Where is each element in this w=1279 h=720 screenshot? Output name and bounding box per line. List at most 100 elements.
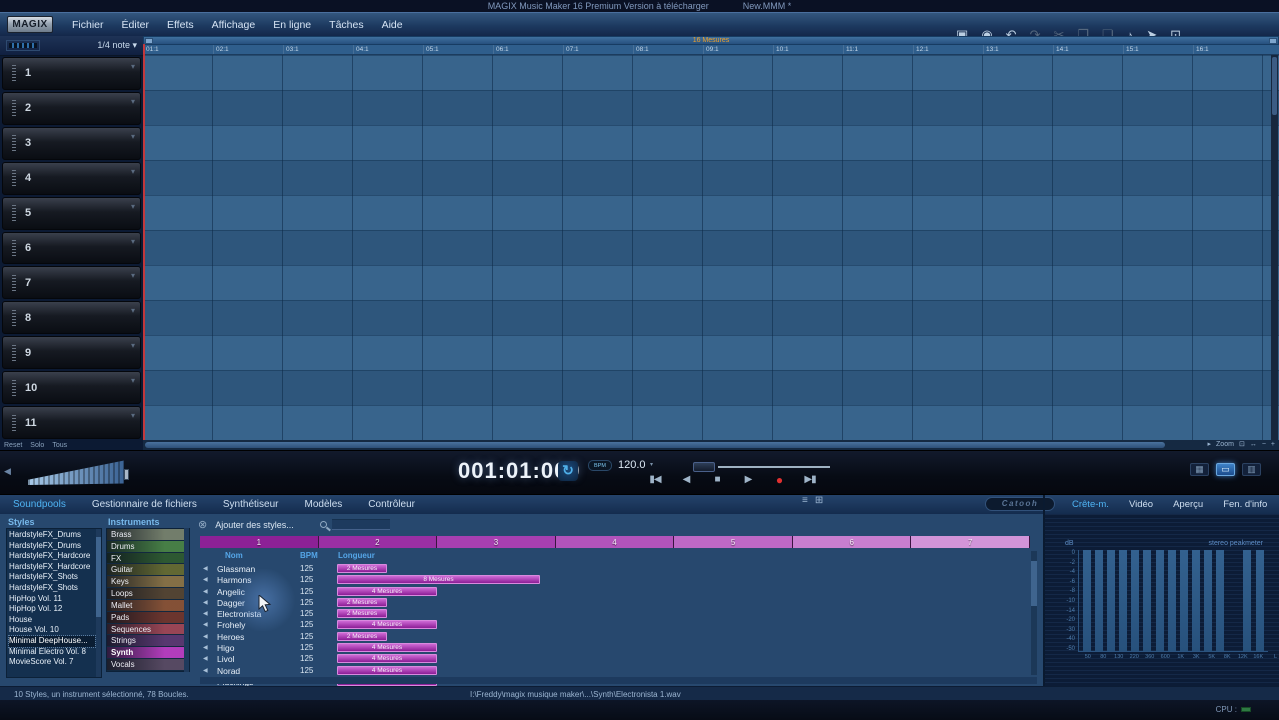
pitch-segment[interactable]: 2 — [318, 536, 438, 548]
horizontal-scrollbar[interactable]: ▸ Zoom ⊡ ↔ − + — [143, 440, 1279, 450]
zoom-range-icon[interactable]: ↔ — [1250, 440, 1257, 450]
menu-item[interactable]: Affichage — [203, 13, 265, 37]
skip-end-button[interactable]: ▶▮ — [799, 472, 821, 487]
track-header[interactable]: 5 ▾ — [2, 196, 141, 230]
skip-start-button[interactable]: ▮◀ — [644, 472, 666, 487]
instrument-item[interactable]: Guitar — [107, 564, 184, 576]
zoom-play-icon[interactable]: ▸ — [1208, 440, 1212, 450]
reset-button[interactable]: Reset — [4, 442, 22, 449]
sample-length-bar[interactable]: 4 Mesures — [337, 665, 437, 675]
style-item[interactable]: Minimal Electro Vol. 8 — [9, 647, 95, 658]
chevron-down-icon[interactable]: ▾ — [131, 62, 135, 71]
track-header[interactable]: 11 ▾ — [2, 406, 141, 439]
menu-item[interactable]: Aide — [373, 13, 412, 37]
range-start-handle[interactable] — [145, 38, 153, 44]
play-button[interactable]: ▶ — [737, 472, 759, 487]
panel-tab[interactable]: Soundpools — [0, 495, 79, 514]
sample-length-bar[interactable]: 4 Mesures — [337, 586, 437, 596]
add-styles-label[interactable]: Ajouter des styles... — [215, 520, 294, 530]
instruments-scrollbar[interactable] — [184, 528, 189, 672]
instrument-item[interactable]: Synth — [107, 647, 184, 659]
style-item[interactable]: HardstyleFX_Drums — [9, 530, 95, 541]
chevron-down-icon[interactable]: ▾ — [131, 341, 135, 350]
speaker-icon[interactable]: ◀ — [203, 588, 208, 595]
track-header[interactable]: 9 ▾ — [2, 336, 141, 370]
column-header-bpm[interactable]: BPM — [300, 551, 318, 560]
zoom-fit-icon[interactable]: ⊡ — [1239, 440, 1245, 450]
chevron-down-icon[interactable]: ▾ — [131, 167, 135, 176]
instrument-item[interactable]: Loops — [107, 588, 184, 599]
pitch-segment[interactable]: 5 — [674, 536, 793, 548]
chevron-down-icon[interactable]: ▾ — [131, 306, 135, 315]
playhead-cursor[interactable] — [143, 44, 145, 450]
chevron-down-icon[interactable]: ▾ — [131, 97, 135, 106]
speaker-icon[interactable]: ◀ — [203, 667, 208, 674]
sample-name[interactable]: Livol — [217, 654, 234, 664]
style-item[interactable]: HipHop Vol. 12 — [9, 604, 95, 615]
instrument-item[interactable]: FX — [107, 552, 184, 564]
instrument-item[interactable]: Vocals — [107, 659, 184, 670]
view-arranger-button[interactable]: ▭ — [1216, 463, 1235, 476]
instrument-item[interactable]: Keys — [107, 576, 184, 588]
track-header[interactable]: 10 ▾ — [2, 371, 141, 405]
track-header[interactable]: 6 ▾ — [2, 231, 141, 265]
sample-length-bar[interactable]: 8 Mesures — [337, 575, 540, 585]
record-button[interactable]: ● — [768, 472, 790, 487]
tous-button[interactable]: Tous — [52, 442, 67, 449]
zoom-out-button[interactable]: − — [1262, 440, 1266, 450]
panel-tab[interactable]: Vidéo — [1119, 495, 1163, 514]
style-item[interactable]: HardstyleFX_Drums — [9, 541, 95, 552]
style-item[interactable]: MovieScore Vol. 7 — [9, 657, 95, 668]
chevron-down-icon[interactable]: ▾ — [131, 411, 135, 420]
panel-tab[interactable]: Synthétiseur — [210, 495, 292, 514]
Harmons[interactable]: ◀ Harmons 125 8 Mesures — [200, 574, 1030, 585]
Angelic[interactable]: ◀ Angelic 125 4 Mesures — [200, 586, 1030, 597]
quantize-dropdown[interactable]: 1/4 note ▾ — [97, 40, 137, 51]
menu-item[interactable]: Éditer — [113, 13, 158, 37]
style-item[interactable]: HardstyleFX_Shots — [9, 583, 95, 594]
instrument-item[interactable]: Sequences — [107, 623, 184, 635]
sample-name[interactable]: Heroes — [217, 632, 244, 642]
Glassman[interactable]: ◀ Glassman 125 2 Mesures — [200, 563, 1030, 574]
track-header[interactable]: 4 ▾ — [2, 161, 141, 195]
view-grid-button[interactable]: ▦ — [1190, 463, 1209, 476]
styles-scrollbar[interactable] — [96, 529, 101, 677]
timeline-ruler[interactable]: 01:1 02:1 03:1 04:1 05:1 06:1 07:1 08:1 09:1 10:1… — [143, 45, 1279, 55]
menu-item[interactable]: Fichier — [63, 13, 113, 37]
chevron-down-icon[interactable]: ▾ — [131, 376, 135, 385]
style-item[interactable]: House — [9, 615, 95, 626]
menu-item[interactable]: En ligne — [264, 13, 320, 37]
panel-tab[interactable]: Contrôleur — [355, 495, 428, 514]
stop-button[interactable]: ■ — [706, 472, 728, 487]
sample-length-bar[interactable]: 4 Mesures — [337, 654, 437, 664]
view-mixer-button[interactable]: ▥ — [1242, 463, 1261, 476]
arranger-lanes[interactable] — [143, 55, 1279, 440]
horizontal-scroll-thumb[interactable] — [145, 442, 1165, 448]
instrument-item[interactable]: Brass — [107, 529, 184, 540]
chevron-down-icon[interactable]: ▾ — [131, 271, 135, 280]
sample-length-bar[interactable]: 4 Mesures — [337, 643, 437, 653]
tempo-slider-track[interactable] — [718, 466, 830, 468]
sample-length-bar[interactable]: 2 Mesures — [337, 564, 387, 573]
Dagger[interactable]: ◀ Dagger 125 2 Mesures — [200, 597, 1030, 608]
track-header[interactable]: 8 ▾ — [2, 301, 141, 335]
chevron-down-icon[interactable]: ▾ — [131, 237, 135, 246]
clear-filter-icon[interactable]: ⊗ — [198, 518, 207, 531]
instrument-item[interactable]: Mallet — [107, 599, 184, 611]
rewind-button[interactable]: ◀ — [675, 472, 697, 487]
bpm-value[interactable]: 120.0 — [618, 459, 646, 471]
tempo-slider-knob[interactable] — [693, 462, 715, 472]
speaker-icon[interactable]: ◀ — [203, 655, 208, 662]
sample-name[interactable]: Norad — [217, 666, 240, 676]
speaker-icon[interactable]: ◀ — [203, 599, 208, 606]
sample-length-bar[interactable]: 2 Mesures — [337, 609, 387, 619]
speaker-icon[interactable]: ◀ — [203, 565, 208, 572]
volume-handle[interactable] — [124, 469, 129, 480]
column-header-length[interactable]: Longueur — [338, 551, 375, 560]
loop-button[interactable]: ↻ — [558, 461, 578, 481]
speaker-icon[interactable]: ◀ — [203, 610, 208, 617]
track-header[interactable]: 3 ▾ — [2, 126, 141, 160]
range-end-handle[interactable] — [1269, 38, 1277, 44]
sample-length-bar[interactable]: 2 Mesures — [337, 631, 387, 641]
style-item[interactable]: HardstyleFX_Hardcore — [9, 562, 95, 573]
